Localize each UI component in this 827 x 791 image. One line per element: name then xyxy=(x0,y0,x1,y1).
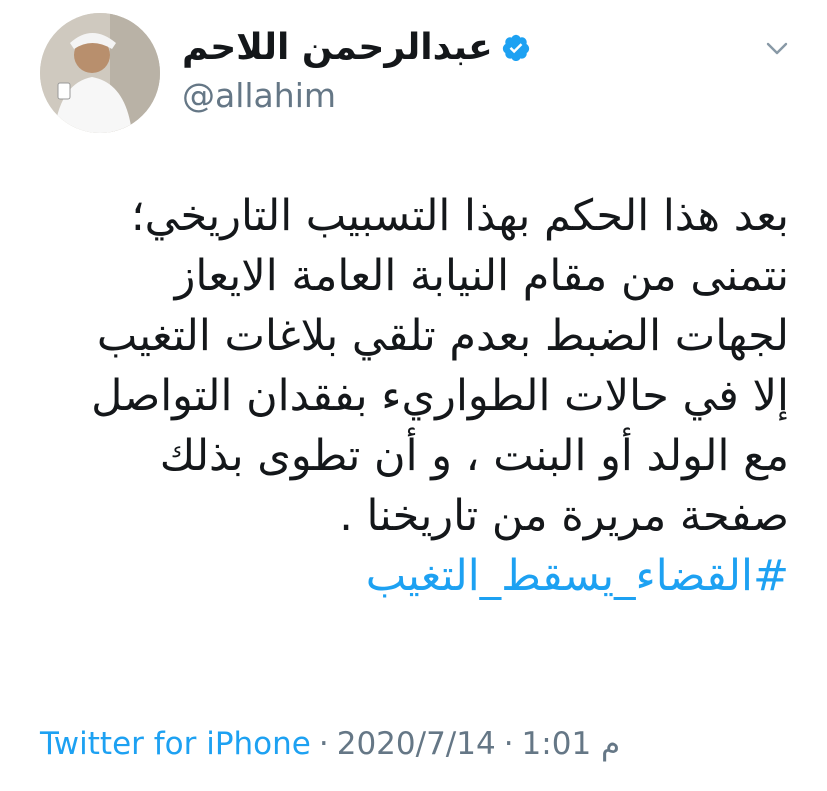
tweet-text: بعد هذا الحكم بهذا التسبيب التاريخي؛ نتم… xyxy=(29,186,789,606)
tweet-line: نتمنى من مقام النيابة العامة الايعاز xyxy=(174,251,789,301)
tweet-time: 1:01 م xyxy=(521,726,621,762)
chevron-down-icon[interactable] xyxy=(762,36,792,60)
user-handle[interactable]: @allahim xyxy=(182,76,336,116)
verified-badge-icon xyxy=(502,34,529,62)
tweet-meta: Twitter for iPhone · 2020/7/14 · 1:01 م xyxy=(40,722,620,766)
avatar[interactable] xyxy=(40,13,160,133)
tweet-line: إلا في حالات الطواريء بفقدان التواصل xyxy=(91,371,789,421)
meta-separator: · xyxy=(503,726,514,762)
hashtag-link[interactable]: #القضاء_يسقط_التغيب xyxy=(29,546,789,606)
avatar-image xyxy=(40,13,160,133)
tweet-line: صفحة مريرة من تاريخنا . xyxy=(339,491,789,541)
user-display-name-row[interactable]: عبدالرحمن اللاحم xyxy=(182,26,531,70)
tweet-line: بعد هذا الحكم بهذا التسبيب التاريخي؛ xyxy=(131,191,789,241)
tweet-source-link[interactable]: Twitter for iPhone xyxy=(40,726,311,762)
display-name: عبدالرحمن اللاحم xyxy=(182,27,493,68)
tweet-line: مع الولد أو البنت ، و أن تطوى بذلك xyxy=(159,431,789,481)
tweet-line: لجهات الضبط بعدم تلقي بلاغات التغيب xyxy=(96,311,789,361)
tweet-date: 2020/7/14 xyxy=(336,726,496,762)
meta-separator: · xyxy=(318,726,329,762)
